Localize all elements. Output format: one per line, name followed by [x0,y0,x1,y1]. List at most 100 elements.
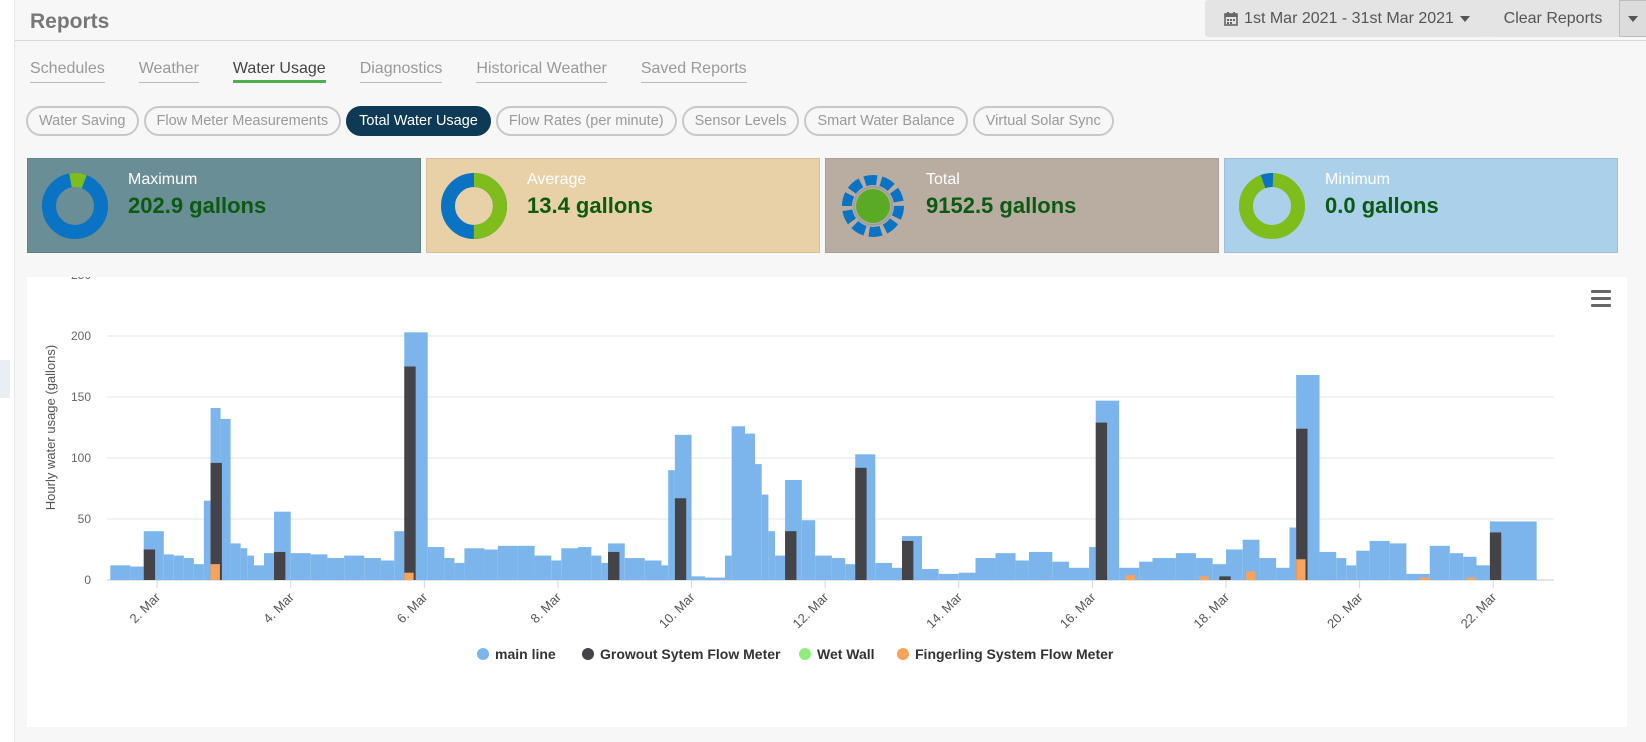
bar-main-line [891,567,902,580]
bar-main-line [668,470,675,580]
bar-main-line [1476,565,1490,580]
x-tick-label: 6. Mar [394,589,431,626]
pill-smart-water-balance[interactable]: Smart Water Balance [804,106,968,136]
bar-main-line [801,520,816,580]
bar-main-line [364,558,381,580]
tab-diagnostics[interactable]: Diagnostics [359,60,443,83]
bar-main-line [601,562,609,580]
bar-main-line [691,576,705,580]
card-total-value: 9152.5 gallons [926,193,1077,218]
date-range-label: 1st Mar 2021 - 31st Mar 2021 [1244,9,1454,27]
page-title: Reports [30,10,110,33]
bar-main-line [958,572,976,580]
tab-weather[interactable]: Weather [138,60,199,83]
bar-main-line [163,554,174,580]
clear-reports-group: Clear Reports [1487,0,1646,37]
bar-main-line [1369,540,1390,580]
pill-total-water-usage[interactable]: Total Water Usage [346,106,491,136]
y-tick-label: 150 [71,390,91,404]
bar-main-line [1052,561,1070,580]
bar-main-line [253,565,264,580]
bar-main-line [220,418,231,580]
bar-growout [274,551,286,580]
card-average-label: Average [527,171,587,188]
bar-growout [901,540,914,580]
bar-main-line [173,555,184,580]
x-tick-label: 12. Mar [790,589,832,631]
bar-main-line [534,555,552,580]
water-usage-subtabs: Water Saving Flow Meter Measurements Tot… [26,106,1119,136]
bar-main-line [1259,558,1277,580]
tab-saved-reports[interactable]: Saved Reports [640,60,747,83]
legend-label: Growout Sytem Flow Meter [600,646,781,662]
bar-main-line [922,569,939,580]
bar-growout [855,467,867,580]
bar-growout [674,498,687,580]
bar-main-line [240,548,248,580]
bar-main-line [1139,561,1153,580]
bar-main-line [517,545,535,580]
bar-main-line [203,500,211,580]
bar-growout [404,366,416,580]
bar-main-line [724,555,732,580]
caret-down-icon [1459,15,1470,22]
reports-page: Reports 1st Mar 2021 - 31st Mar 2021 Cle… [14,0,1646,742]
maximum-donut-icon [42,173,108,239]
pill-sensor-levels[interactable]: Sensor Levels [681,106,800,136]
x-tick-label: 8. Mar [527,589,564,626]
bar-main-line [975,558,996,580]
bar-fingerling [210,564,220,580]
bar-main-line [755,464,762,580]
bar-main-line [327,558,345,580]
report-tabs: Schedules Weather Water Usage Diagnostic… [30,60,781,83]
tab-historical-weather[interactable]: Historical Weather [476,60,607,83]
bar-main-line [731,426,746,580]
card-total: Total 9152.5 gallons [825,158,1219,253]
bar-main-line [845,564,856,580]
pill-flow-meter-measurements[interactable]: Flow Meter Measurements [143,106,342,136]
caret-down-icon [1628,15,1638,22]
y-tick-label: 100 [71,451,91,465]
bar-main-line [497,545,518,580]
y-tick-label: 200 [71,329,91,343]
card-minimum-label: Minimum [1325,171,1390,188]
bar-growout [143,549,156,580]
total-donut-icon [842,175,904,237]
bar-main-line [1175,553,1196,580]
card-maximum-label: Maximum [128,171,198,188]
legend-label: Fingerling System Flow Meter [915,646,1114,662]
pill-flow-rates[interactable]: Flow Rates (per minute) [495,106,677,136]
bar-main-line [263,553,275,580]
x-tick-label: 18. Mar [1190,589,1232,631]
bar-main-line [1069,567,1090,580]
date-range-button[interactable]: 1st Mar 2021 - 31st Mar 2021 [1205,0,1489,37]
clear-reports-dropdown-toggle[interactable] [1619,0,1646,37]
bar-main-line [1226,549,1243,580]
calendar-icon [1224,12,1238,26]
bar-main-line [310,554,328,580]
clear-reports-button[interactable]: Clear Reports [1487,0,1619,37]
bar-main-line [815,555,832,580]
x-tick-label: 10. Mar [656,589,698,631]
bar-growout [210,462,222,580]
bar-main-line [454,562,465,580]
x-tick-label: 2. Mar [127,589,164,626]
tab-water-usage[interactable]: Water Usage [232,60,326,83]
hamburger-menu-icon[interactable] [1591,290,1611,308]
bar-main-line [1389,543,1407,580]
bar-main-line [661,565,669,580]
pill-water-saving[interactable]: Water Saving [26,106,139,136]
y-tick-label: 0 [84,573,91,587]
pill-virtual-solar-sync[interactable]: Virtual Solar Sync [972,106,1114,136]
x-tick-label: 4. Mar [260,589,297,626]
x-tick-label: 22. Mar [1458,589,1500,631]
bar-main-line [380,560,395,580]
bar-main-line [1429,545,1450,580]
card-maximum-value: 202.9 gallons [128,193,267,218]
bar-main-line [624,558,645,580]
tab-schedules[interactable]: Schedules [30,60,105,83]
bar-main-line [704,577,725,580]
bar-main-line [591,555,602,580]
bar-growout [1489,532,1502,580]
bar-fingerling [404,572,414,580]
